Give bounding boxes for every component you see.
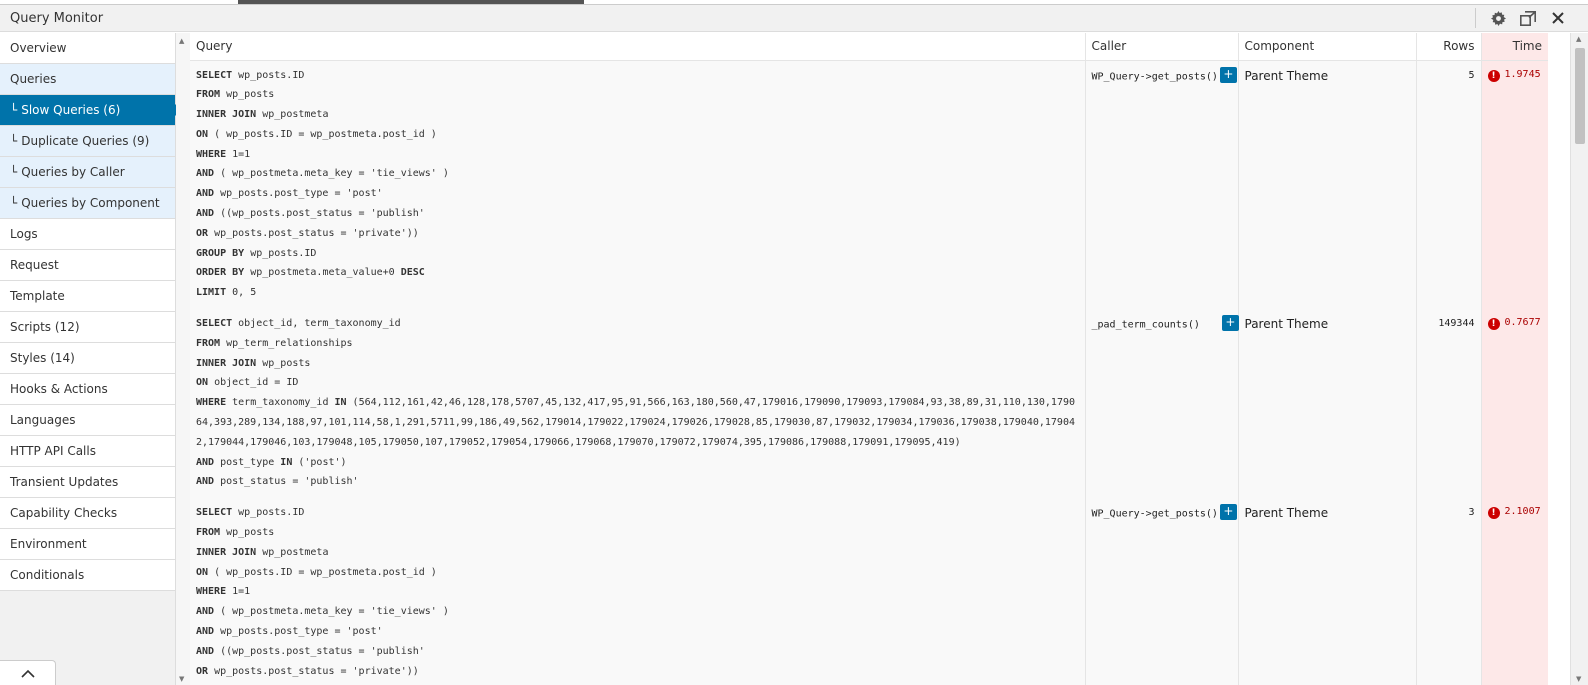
popout-icon [1520, 10, 1536, 26]
sql-line: AND ( wp_postmeta.meta_key = 'tie_views'… [196, 168, 449, 180]
sql-line: AND ((wp_posts.post_status = 'publish' [196, 208, 425, 220]
sql-line: WHERE 1=1 [196, 148, 251, 160]
sidebar-item-hooks-actions[interactable]: Hooks & Actions [0, 374, 175, 405]
expand-caller-button[interactable]: + [1221, 315, 1239, 332]
sidebar-item-scripts[interactable]: Scripts (12) [0, 312, 175, 343]
popout-button[interactable] [1518, 8, 1538, 28]
sql-line: FROM wp_term_relationships [196, 337, 353, 349]
query-caller: _pad_term_counts() + [1085, 309, 1239, 499]
query-rows: 149344 [1416, 309, 1482, 499]
sql-line: AND wp_posts.post_type = 'post' [196, 626, 383, 638]
warning-icon: ! [1487, 507, 1500, 520]
sql-line: OR wp_posts.post_status = 'private')) [196, 665, 419, 677]
query-caller: WP_Query->get_posts() + [1085, 498, 1239, 685]
sidebar-item-http-api-calls[interactable]: HTTP API Calls [0, 436, 175, 467]
sql-line: SELECT wp_posts.ID [196, 69, 305, 81]
sql-line: INNER JOIN wp_postmeta [196, 109, 329, 121]
table-row: SELECT object_id, term_taxonomy_id FROM w… [190, 309, 1548, 499]
sql-line: GROUP BY wp_posts.ID [196, 247, 317, 259]
sidebar-item-languages[interactable]: Languages [0, 405, 175, 436]
query-time: ! 1.9745 [1481, 60, 1548, 310]
gear-icon [1490, 10, 1506, 26]
query-component: Parent Theme [1238, 498, 1417, 685]
sql-line: WHERE 1=1 [196, 586, 251, 598]
sidebar-item-queries[interactable]: Queries [0, 64, 175, 95]
settings-button[interactable] [1488, 8, 1508, 28]
sidebar-item-environment[interactable]: Environment [0, 529, 175, 560]
query-monitor-panel: Query Monitor Overview Queries └ Slow Qu… [0, 5, 1588, 685]
chevron-up-icon [20, 669, 35, 678]
sql-line: AND post_status = 'publish' [196, 476, 359, 488]
close-button[interactable] [1548, 8, 1568, 28]
panel-title: Query Monitor [10, 10, 104, 26]
column-header-caller[interactable]: Caller [1085, 33, 1239, 61]
sql-line: OR wp_posts.post_status = 'private')) [196, 227, 419, 239]
sql-line: ON object_id = ID [196, 377, 299, 389]
query-caller: WP_Query->get_posts() + [1085, 60, 1239, 310]
sidebar-item-queries-by-caller[interactable]: └ Queries by Caller [0, 157, 175, 188]
expand-caller-button[interactable]: + [1219, 504, 1237, 521]
sql-line: WHERE term_taxonomy_id IN (564,112,161,4… [196, 397, 1076, 448]
sql-line: AND ( wp_postmeta.meta_key = 'tie_views'… [196, 606, 449, 618]
warning-icon: ! [1487, 69, 1500, 82]
query-time: ! 2.1007 [1481, 498, 1548, 685]
query-sql: SELECT wp_posts.ID FROM wp_posts INNER JOI… [190, 60, 1086, 310]
panel-titlebar: Query Monitor [0, 5, 1588, 32]
sql-line: AND post_type IN ('post') [196, 456, 347, 468]
expand-caller-button[interactable]: + [1219, 66, 1237, 83]
sql-line: FROM wp_posts [196, 527, 275, 539]
scrollbar-thumb[interactable] [1575, 48, 1585, 144]
column-header-rows[interactable]: Rows [1416, 33, 1482, 61]
query-sql: SELECT object_id, term_taxonomy_id FROM w… [190, 309, 1086, 499]
slow-queries-table: Query Caller Component Rows Time SELECT … [190, 33, 1548, 685]
sql-line: ORDER BY wp_postmeta.meta_value+0 DESC [196, 267, 425, 279]
query-sql: SELECT wp_posts.ID FROM wp_posts INNER JOI… [190, 498, 1086, 685]
sql-line: ON ( wp_posts.ID = wp_postmeta.post_id ) [196, 566, 437, 578]
table-row: SELECT wp_posts.ID FROM wp_posts INNER JOI… [190, 498, 1548, 685]
sidebar-item-request[interactable]: Request [0, 250, 175, 281]
sql-line: AND wp_posts.post_type = 'post' [196, 188, 383, 200]
close-icon [1552, 12, 1564, 24]
sql-line: SELECT wp_posts.ID [196, 507, 305, 519]
sql-line: LIMIT 0, 5 [196, 287, 257, 299]
sidebar-item-duplicate-queries[interactable]: └ Duplicate Queries (9) [0, 126, 175, 157]
sidebar-item-slow-queries[interactable]: └ Slow Queries (6) [0, 95, 181, 126]
column-header-query[interactable]: Query [190, 33, 1086, 61]
left-scroll-gutter[interactable]: ▲ ▼ [176, 33, 190, 685]
column-header-time[interactable]: Time [1481, 33, 1548, 61]
titlebar-buttons [1475, 8, 1588, 28]
warning-icon: ! [1487, 318, 1500, 331]
sql-line: SELECT object_id, term_taxonomy_id [196, 318, 401, 330]
sidebar-item-template[interactable]: Template [0, 281, 175, 312]
sidebar-item-conditionals[interactable]: Conditionals [0, 560, 175, 591]
sidebar-item-transient-updates[interactable]: Transient Updates [0, 467, 175, 498]
column-header-component[interactable]: Component [1238, 33, 1417, 61]
query-time: ! 0.7677 [1481, 309, 1548, 499]
vertical-scrollbar[interactable]: ▲ ▼ [1570, 33, 1588, 685]
sidebar-item-styles[interactable]: Styles (14) [0, 343, 175, 374]
query-rows: 5 [1416, 60, 1482, 310]
sidebar-item-overview[interactable]: Overview [0, 33, 175, 64]
table-row: SELECT wp_posts.ID FROM wp_posts INNER JOI… [190, 60, 1548, 310]
sidebar-nav: Overview Queries └ Slow Queries (6) └ Dupl… [0, 33, 181, 685]
collapse-button[interactable] [0, 660, 56, 685]
sql-line: AND ((wp_posts.post_status = 'publish' [196, 645, 425, 657]
sql-line: INNER JOIN wp_posts [196, 357, 311, 369]
query-table-area: ▲ ▼ Query Caller Component Rows Time SEL… [176, 33, 1588, 685]
sql-line: ON ( wp_posts.ID = wp_postmeta.post_id ) [196, 128, 437, 140]
sidebar-item-queries-by-component[interactable]: └ Queries by Component [0, 188, 175, 219]
query-rows: 3 [1416, 498, 1482, 685]
sidebar-item-capability-checks[interactable]: Capability Checks [0, 498, 175, 529]
sql-line: FROM wp_posts [196, 89, 275, 101]
sidebar-item-logs[interactable]: Logs [0, 219, 175, 250]
sql-line: INNER JOIN wp_postmeta [196, 546, 329, 558]
query-component: Parent Theme [1238, 309, 1417, 499]
query-component: Parent Theme [1238, 60, 1417, 310]
